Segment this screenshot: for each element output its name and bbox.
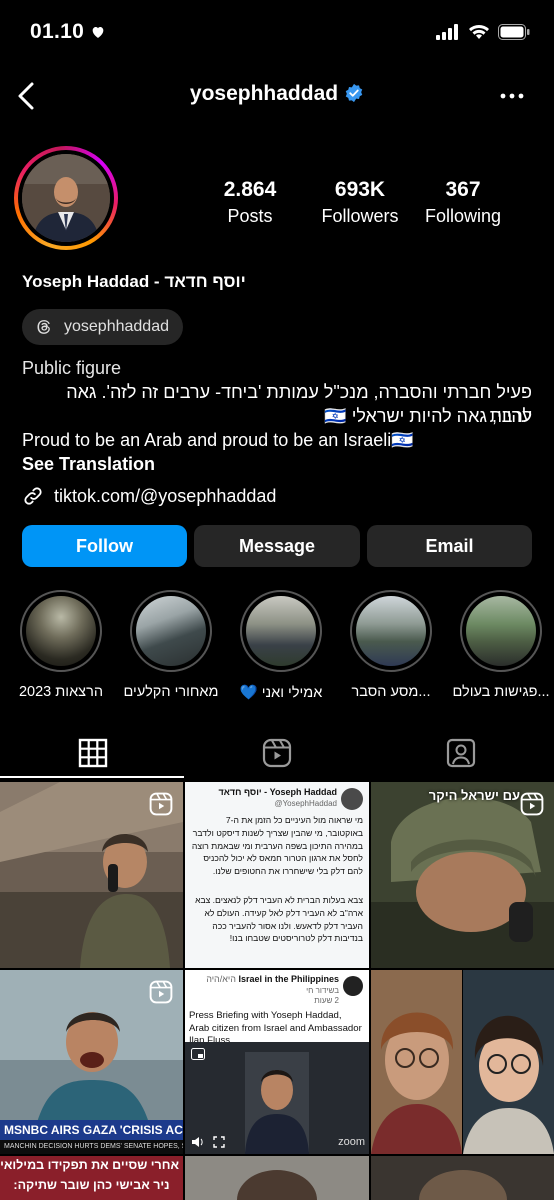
email-button[interactable]: Email (367, 525, 532, 567)
tweet-text: מי שראוה מול העיניים כל הזמן את ה-7 באוק… (191, 815, 363, 877)
see-translation-link[interactable]: See Translation (22, 452, 532, 476)
highlight-cover (26, 596, 96, 666)
status-time: 01.10 (30, 20, 85, 43)
posts-grid: Yoseph Haddad - יוסף חדאד @YosephHaddad … (0, 780, 554, 1200)
reel-badge-icon (149, 792, 173, 816)
signal-icon (436, 24, 458, 40)
post-thumbnail[interactable]: MSNBC AIRS GAZA 'CRISIS AC MANCHIN DECIS… (0, 970, 183, 1154)
highlight-label: 💙 אמילי ואני (239, 685, 323, 701)
profile-header: yosephhaddad (0, 72, 554, 120)
post-thumbnail[interactable]: Yoseph Haddad - יוסף חדאד @YosephHaddad … (185, 782, 369, 968)
post-thumbnail[interactable]: אחרי שסיים את תפקידו במילואים - ניר אביש… (0, 1156, 183, 1200)
pip-icon[interactable] (191, 1048, 205, 1060)
highlight-item[interactable]: מאחורי הקלעים (124, 590, 218, 700)
post-image (371, 1156, 554, 1200)
highlight-cover (466, 596, 536, 666)
wifi-icon (469, 25, 489, 39)
avatar-photo (22, 154, 110, 242)
threads-badge[interactable]: yosephhaddad (22, 309, 183, 345)
fb-page-line: היא/היה Israel in the Philippines (206, 974, 339, 984)
username-text: yosephhaddad (189, 82, 339, 105)
highlight-item[interactable]: פגישות בעולם... (452, 590, 550, 700)
following-count: 367 (445, 178, 481, 201)
video-frame: zoom (185, 1042, 369, 1154)
highlight-cover (356, 596, 426, 666)
post-thumbnail[interactable] (371, 1156, 554, 1200)
highlight-label: הרצאות 2023 (18, 684, 104, 700)
highlight-item[interactable]: מסע הסבר... (348, 590, 434, 700)
following-stat[interactable]: 367 Following (418, 178, 508, 227)
followers-label: Followers (321, 206, 399, 226)
username-title: yosephhaddad (0, 82, 554, 106)
heart-icon (92, 27, 104, 38)
battery-icon (498, 24, 530, 40)
category-label: Public figure (22, 358, 122, 378)
page-avatar (343, 976, 363, 996)
link-text: tiktok.com/@yosephhaddad (54, 486, 277, 506)
bio-hebrew-line2: ערבי, גאה להיות ישראלי 🇮🇱 (324, 406, 532, 426)
following-label: Following (424, 206, 502, 226)
avatar-portrait-image (22, 154, 110, 242)
fb-page-meta: היא/היה (206, 974, 236, 984)
reel-caption: עם ישראל היקר (428, 788, 520, 803)
volume-icon[interactable] (191, 1136, 205, 1148)
post-thumbnail[interactable] (371, 970, 554, 1154)
profile-tabs (0, 730, 554, 780)
zoom-watermark: zoom (338, 1136, 365, 1148)
fb-live-label: בשידור חי (306, 986, 339, 995)
status-bar: 01.10 (0, 0, 554, 64)
posts-stat[interactable]: 2.864 Posts (210, 178, 290, 227)
news-ticker: MANCHIN DECISION HURTS DEMS' SENATE HOPE… (0, 1140, 183, 1154)
tweet-avatar (341, 788, 363, 810)
tweet-author: Yoseph Haddad - יוסף חדאד (218, 787, 337, 797)
post-image (185, 1156, 369, 1200)
post-thumbnail[interactable] (0, 782, 183, 968)
reels-icon[interactable] (262, 738, 292, 768)
post-thumbnail[interactable]: היא/היה Israel in the Philippines בשידור… (185, 970, 369, 1154)
fb-time: 2 שעות (314, 996, 339, 1005)
highlight-label: מאחורי הקלעים (123, 684, 219, 700)
posts-count: 2.864 (223, 178, 277, 201)
more-options-icon[interactable] (500, 92, 524, 100)
posts-label: Posts (227, 206, 273, 226)
grid-icon[interactable] (78, 738, 108, 768)
expand-icon[interactable] (213, 1136, 225, 1148)
message-button[interactable]: Message (194, 525, 360, 567)
reel-badge-icon (149, 980, 173, 1004)
followers-stat[interactable]: 693K Followers (310, 178, 410, 227)
link-icon (24, 487, 42, 505)
profile-avatar[interactable] (14, 146, 118, 250)
highlight-cover (246, 596, 316, 666)
highlight-item[interactable]: הרצאות 2023 (18, 590, 104, 700)
full-name: Yoseph Haddad - יוסף חדאד (22, 272, 246, 291)
highlight-label: מסע הסבר... (351, 684, 431, 700)
follow-button[interactable]: Follow (22, 525, 187, 567)
threads-handle: yosephhaddad (64, 318, 169, 335)
followers-count: 693K (334, 178, 386, 201)
tagged-icon[interactable] (446, 738, 476, 768)
highlight-cover (136, 596, 206, 666)
highlight-label: פגישות בעולם... (452, 684, 550, 700)
bio-link[interactable]: tiktok.com/@yosephhaddad (22, 484, 532, 508)
portraits-image (371, 970, 554, 1154)
verified-badge-icon (345, 83, 363, 103)
post-thumbnail[interactable] (185, 1156, 369, 1200)
reel-badge-icon (520, 792, 544, 816)
tweet-text-continued: צבא בעלות הברית לא העביר דלק לנאצים. צבא… (195, 895, 363, 944)
bio-english: Proud to be an Arab and proud to be an I… (22, 430, 414, 450)
tweet-handle: @YosephHaddad (274, 799, 337, 808)
news-banner: MSNBC AIRS GAZA 'CRISIS AC (0, 1120, 183, 1140)
active-tab-indicator (0, 776, 184, 778)
post-thumbnail[interactable]: עם ישראל היקר (371, 782, 554, 968)
reel-caption: אחרי שסיים את תפקידו במילואים - (0, 1158, 179, 1172)
fb-page-name: Israel in the Philippines (238, 974, 339, 984)
reel-caption-line2: ניר אבישי כהן שובר שתיקה: (13, 1178, 170, 1192)
threads-icon (37, 320, 50, 334)
highlight-item[interactable]: 💙 אמילי ואני (238, 590, 324, 701)
